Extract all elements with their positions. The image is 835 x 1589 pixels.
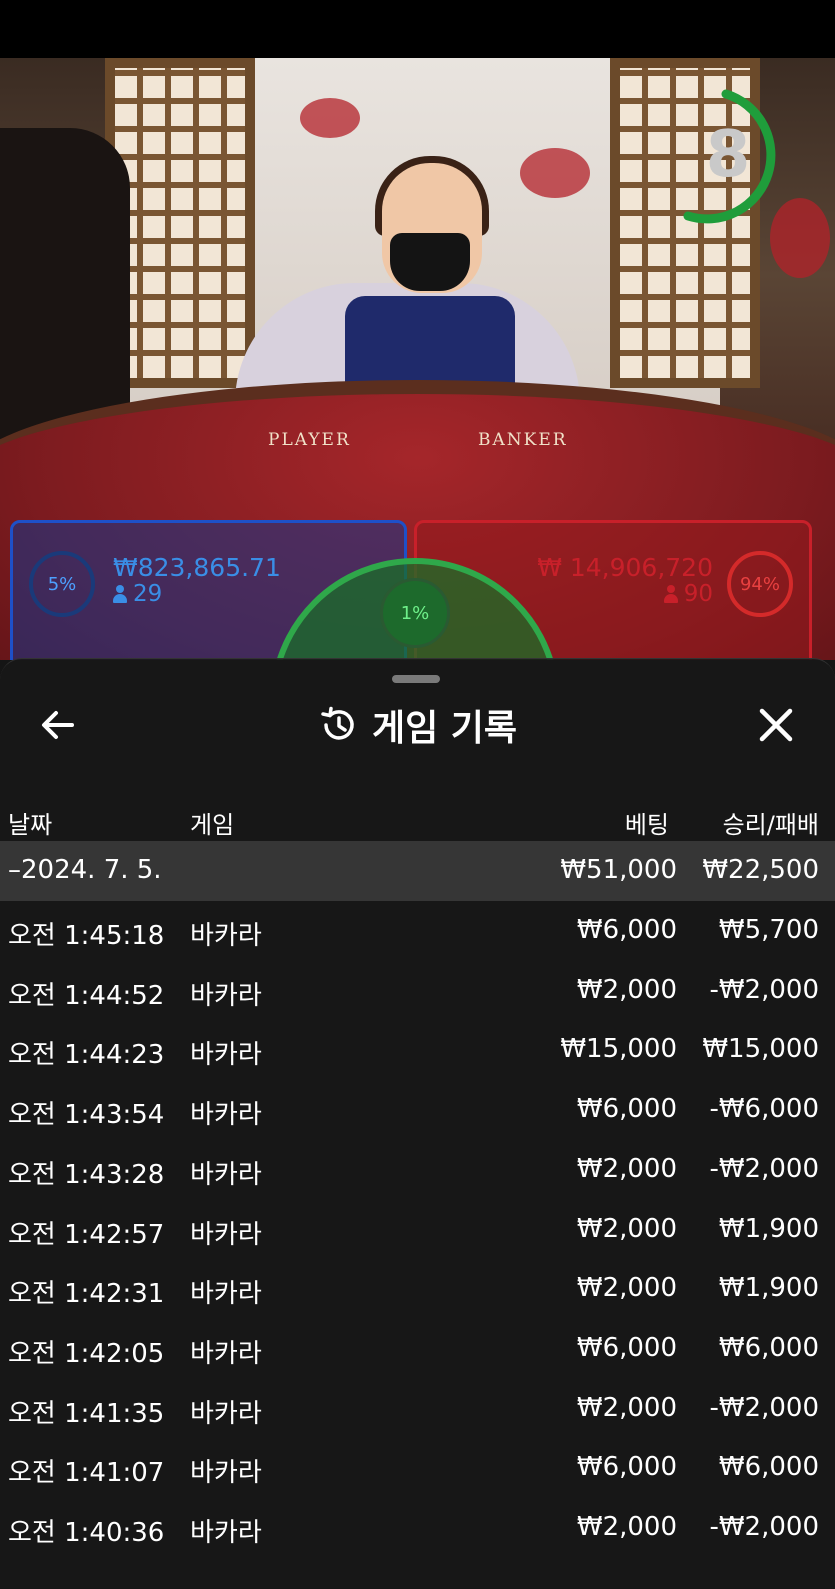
felt-banker-label: BANKER (478, 430, 568, 450)
history-row[interactable]: 오전 1:44:52 바카라 ₩2,000 -₩2,000 (0, 961, 835, 1021)
player-percent: 5% (47, 573, 77, 595)
history-row[interactable]: 오전 1:44:23 바카라 ₩15,000 ₩15,000 (0, 1020, 835, 1080)
row-result: ₩1,900 (718, 1213, 819, 1244)
row-time: 오전 1:43:28 (8, 1159, 165, 1190)
countdown-timer: 8 (680, 88, 796, 226)
player-bettor-count: 29 (113, 581, 162, 607)
row-time: 오전 1:41:35 (8, 1398, 165, 1429)
history-row[interactable]: 오전 1:43:28 바카라 ₩2,000 -₩2,000 (0, 1140, 835, 1200)
banker-bet-amount: ₩ 14,906,720 (537, 553, 713, 582)
history-row[interactable]: 오전 1:40:36 바카라 ₩2,000 -₩2,000 (0, 1498, 835, 1558)
row-bet: ₩2,000 (576, 1392, 677, 1423)
tie-percent-ring: 1% (380, 578, 450, 648)
row-game: 바카라 (190, 1518, 262, 1548)
game-history-sheet: 게임 기록 날짜 게임 베팅 승리/패배 –2024. 7. 5. ₩51,00… (0, 658, 835, 1589)
row-result: -₩2,000 (709, 1392, 819, 1423)
date-group-row[interactable]: –2024. 7. 5. ₩51,000 ₩22,500 (0, 841, 835, 901)
close-button[interactable] (754, 703, 798, 747)
row-bet: ₩6,000 (576, 915, 677, 945)
player-percent-ring: 5% (29, 551, 95, 617)
row-game: 바카라 (190, 1279, 262, 1310)
felt-player-label: PLAYER (268, 430, 351, 450)
row-game: 바카라 (190, 1398, 262, 1429)
group-total-bet: ₩51,000 (560, 855, 677, 885)
row-game: 바카라 (190, 980, 262, 1011)
row-result: -₩2,000 (709, 1153, 819, 1184)
row-game: 바카라 (190, 1040, 262, 1071)
history-row[interactable]: 오전 1:45:18 바카라 ₩6,000 ₩5,700 (0, 901, 835, 961)
row-game: 바카라 (190, 1100, 262, 1131)
row-time: 오전 1:40:36 (8, 1518, 165, 1548)
row-bet: ₩2,000 (576, 1213, 677, 1244)
history-row[interactable]: 오전 1:43:54 바카라 ₩6,000 -₩6,000 (0, 1080, 835, 1140)
row-bet: ₩2,000 (576, 1153, 677, 1184)
blossom-decoration (300, 98, 360, 138)
group-date: –2024. 7. 5. (8, 855, 162, 885)
banker-bettor-count: 90 (663, 581, 713, 607)
row-result: ₩15,000 (702, 1034, 819, 1065)
history-row[interactable]: 오전 1:42:05 바카라 ₩6,000 ₩6,000 (0, 1319, 835, 1379)
group-total-result: ₩22,500 (702, 855, 819, 885)
row-time: 오전 1:44:23 (8, 1040, 165, 1071)
history-row[interactable]: 오전 1:42:31 바카라 ₩2,000 ₩1,900 (0, 1259, 835, 1319)
tie-percent: 1% (400, 602, 430, 624)
row-result: ₩5,700 (718, 915, 819, 945)
blossom-decoration (520, 148, 590, 198)
person-icon (113, 585, 127, 603)
row-result: -₩2,000 (709, 974, 819, 1005)
row-bet: ₩2,000 (576, 1273, 677, 1304)
row-game: 바카라 (190, 1159, 262, 1190)
row-bet: ₩6,000 (576, 1094, 677, 1125)
column-header-bet: 베팅 (624, 811, 669, 839)
row-result: -₩6,000 (709, 1094, 819, 1125)
person-icon (663, 585, 678, 603)
row-time: 오전 1:41:07 (8, 1458, 165, 1489)
column-header-date: 날짜 (8, 811, 53, 839)
row-game: 바카라 (190, 1219, 262, 1250)
history-row[interactable]: 오전 1:41:35 바카라 ₩2,000 -₩2,000 (0, 1379, 835, 1439)
sheet-drag-handle[interactable] (392, 675, 440, 683)
row-bet: ₩6,000 (576, 1332, 677, 1363)
status-bar (0, 0, 835, 58)
row-time: 오전 1:42:31 (8, 1279, 165, 1310)
row-bet: ₩2,000 (576, 974, 677, 1005)
sheet-header: 게임 기록 (0, 695, 835, 755)
column-header-result: 승리/패배 (722, 811, 819, 839)
history-icon (321, 706, 354, 740)
row-bet: ₩6,000 (576, 1452, 677, 1483)
column-header-game: 게임 (190, 811, 235, 839)
banker-percent-ring: 94% (727, 551, 793, 617)
row-time: 오전 1:44:52 (8, 980, 165, 1011)
row-game: 바카라 (190, 921, 262, 951)
close-icon (759, 708, 793, 742)
row-game: 바카라 (190, 1338, 262, 1369)
player-bet-amount: ₩823,865.71 (113, 553, 281, 582)
row-time: 오전 1:42:05 (8, 1338, 165, 1369)
row-result: ₩6,000 (718, 1452, 819, 1483)
row-result: ₩6,000 (718, 1332, 819, 1363)
banker-count-value: 90 (683, 581, 713, 607)
player-count-value: 29 (133, 581, 163, 607)
history-row[interactable]: 오전 1:42:57 바카라 ₩2,000 ₩1,900 (0, 1200, 835, 1260)
sheet-title: 게임 기록 (371, 708, 517, 749)
dealer-mask (390, 233, 470, 291)
row-result: ₩1,900 (718, 1273, 819, 1304)
row-time: 오전 1:42:57 (8, 1219, 165, 1250)
banker-percent: 94% (739, 573, 780, 595)
row-game: 바카라 (190, 1458, 262, 1489)
row-bet: ₩2,000 (576, 1512, 677, 1542)
row-bet: ₩15,000 (560, 1034, 677, 1065)
row-result: -₩2,000 (709, 1512, 819, 1542)
row-time: 오전 1:43:54 (8, 1100, 165, 1131)
countdown-number: 8 (705, 118, 751, 192)
row-time: 오전 1:45:18 (8, 921, 165, 951)
history-row[interactable]: 오전 1:41:07 바카라 ₩6,000 ₩6,000 (0, 1438, 835, 1498)
